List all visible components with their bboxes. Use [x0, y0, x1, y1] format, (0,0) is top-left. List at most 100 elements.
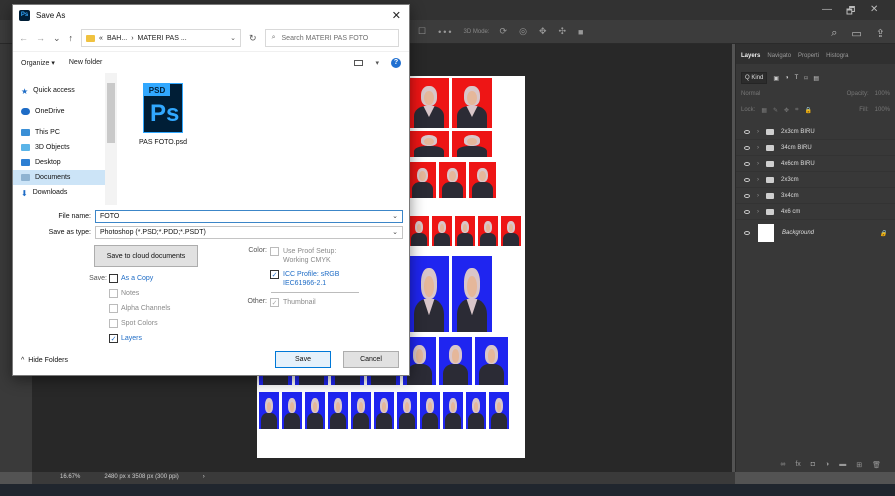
layer-row[interactable]: › 34cm BIRU — [736, 140, 895, 156]
3d-orbit-icon[interactable]: ⟳ — [500, 26, 510, 37]
search-input[interactable]: ⌕ Search MATERI PAS FOTO — [264, 29, 399, 47]
save-button[interactable]: Save — [275, 351, 331, 368]
adjustment-icon[interactable]: ◑ — [825, 461, 829, 472]
layers-option[interactable]: ✓ Layers — [109, 334, 142, 343]
visibility-eye-icon[interactable] — [744, 209, 750, 214]
chevron-right-icon[interactable]: › — [757, 161, 759, 167]
lock-move-icon[interactable]: ✥ — [784, 107, 789, 114]
nav-onedrive[interactable]: OneDrive — [13, 104, 116, 119]
new-layer-icon[interactable]: ⊞ — [856, 461, 862, 472]
link-icon[interactable]: ∞ — [780, 461, 785, 472]
fill-value[interactable]: 100% — [875, 107, 890, 113]
background-layer-row[interactable]: Background 🔒 — [736, 220, 895, 246]
organize-button[interactable]: Organize ▾ — [21, 59, 55, 67]
lock-all-icon[interactable]: 🔒 — [804, 107, 811, 114]
blend-mode[interactable]: Normal — [741, 91, 760, 97]
filter-type-icon[interactable]: T — [795, 75, 799, 81]
share-icon[interactable]: ⇪ — [876, 27, 885, 40]
lock-paint-icon[interactable]: ✎ — [773, 107, 778, 114]
chevron-right-icon[interactable]: › — [757, 177, 759, 183]
icc-profile-label-1[interactable]: ICC Profile: sRGB — [283, 270, 339, 279]
chevron-right-icon[interactable]: › — [757, 193, 759, 199]
nav-3d-objects[interactable]: 3D Objects — [13, 140, 116, 155]
status-menu-arrow[interactable]: › — [203, 474, 205, 484]
breadcrumb-part[interactable]: MATERI PAS ... — [138, 35, 187, 42]
hide-folders-button[interactable]: ^ Hide Folders — [21, 357, 68, 364]
layer-row[interactable]: › 3x4cm — [736, 188, 895, 204]
filter-shape-icon[interactable]: ⌑ — [804, 75, 807, 82]
nav-scrollbar[interactable] — [105, 73, 117, 205]
zoom-level[interactable]: 16.67% — [60, 474, 80, 484]
refresh-icon[interactable]: ↻ — [249, 33, 257, 44]
visibility-eye-icon[interactable] — [744, 231, 750, 235]
kind-filter[interactable]: Q Kind — [741, 72, 768, 84]
chevron-down-icon[interactable]: ⌄ — [392, 228, 398, 236]
visibility-eye-icon[interactable] — [744, 161, 750, 166]
visibility-eye-icon[interactable] — [744, 129, 750, 134]
back-arrow-icon[interactable]: ← — [19, 33, 28, 43]
restore-icon[interactable]: 🗗 — [846, 4, 855, 21]
checkbox-checked[interactable]: ✓ — [109, 334, 118, 343]
3d-slide-icon[interactable]: ✣ — [559, 26, 569, 37]
forward-arrow-icon[interactable]: → — [36, 33, 45, 43]
visibility-eye-icon[interactable] — [744, 177, 750, 182]
breadcrumb-part[interactable]: BAH... — [107, 35, 127, 42]
visibility-eye-icon[interactable] — [744, 193, 750, 198]
mask-icon[interactable]: ◘ — [811, 461, 815, 472]
lock-pixels-icon[interactable]: ▦ — [761, 107, 767, 114]
filter-smart-icon[interactable]: ▤ — [813, 75, 819, 82]
chevron-right-icon[interactable]: › — [757, 209, 759, 215]
nav-quick-access[interactable]: ★ Quick access — [13, 83, 116, 98]
save-to-cloud-button[interactable]: Save to cloud documents — [94, 245, 198, 267]
new-folder-button[interactable]: New folder — [69, 59, 102, 66]
3d-roll-icon[interactable]: ◎ — [519, 26, 529, 37]
lock-icon[interactable]: 🔒 — [880, 230, 887, 237]
chevron-down-icon[interactable]: ⌄ — [392, 212, 398, 220]
visibility-eye-icon[interactable] — [744, 145, 750, 150]
tab-properties[interactable]: Properti — [798, 53, 819, 64]
3d-camera-icon[interactable]: ■ — [578, 27, 585, 37]
file-item[interactable]: PSD Ps PAS FOTO.psd — [131, 83, 195, 146]
opacity-value[interactable]: 100% — [875, 91, 890, 97]
chevron-right-icon[interactable]: › — [757, 129, 759, 135]
search-icon[interactable]: ⌕ — [831, 27, 837, 40]
address-bar[interactable]: « BAH... › MATERI PAS ... ⌄ — [81, 29, 242, 47]
up-arrow-icon[interactable]: ↑ — [69, 33, 74, 43]
scrollbar-thumb[interactable] — [107, 83, 115, 143]
nav-desktop[interactable]: Desktop — [13, 155, 116, 170]
nav-downloads[interactable]: ⬇ Downloads — [13, 185, 116, 200]
close-app-icon[interactable]: ✕ — [870, 4, 878, 15]
file-name-input[interactable]: FOTO ⌄ — [95, 209, 403, 223]
view-chevron-icon[interactable]: ▾ — [375, 59, 379, 67]
tab-navigator[interactable]: Navigato — [767, 53, 791, 64]
close-icon[interactable]: ✕ — [392, 9, 401, 22]
trash-icon[interactable]: 🗑 — [872, 461, 881, 472]
group-icon[interactable]: ▬ — [839, 461, 846, 472]
more-options-icon[interactable]: ••• — [438, 27, 453, 37]
recent-chevron-icon[interactable]: ⌄ — [53, 33, 61, 44]
layer-row[interactable]: › 4x6cm BIRU — [736, 156, 895, 172]
layer-row[interactable]: › 2x3cm — [736, 172, 895, 188]
filter-adjust-icon[interactable]: ◑ — [785, 75, 789, 81]
layer-row[interactable]: › 4x6 cm — [736, 204, 895, 220]
lock-artboard-icon[interactable]: ⌗ — [795, 107, 798, 114]
help-icon[interactable]: ? — [391, 57, 401, 68]
nav-documents[interactable]: Documents — [13, 170, 116, 185]
frame-icon[interactable]: ☐ — [418, 26, 428, 37]
minimize-icon[interactable]: — — [822, 4, 832, 15]
tab-layers[interactable]: Layers — [741, 53, 760, 64]
view-options-icon[interactable] — [354, 59, 364, 66]
fx-icon[interactable]: fx — [795, 461, 800, 472]
tab-histogram[interactable]: Histogra — [826, 53, 848, 64]
chevron-down-icon[interactable]: ⌄ — [230, 34, 236, 42]
filter-pixel-icon[interactable]: ▣ — [773, 75, 779, 82]
layer-row[interactable]: › 2x3cm BIRU — [736, 124, 895, 140]
as-a-copy-option[interactable]: As a Copy — [109, 274, 153, 283]
chevron-right-icon[interactable]: › — [757, 145, 759, 151]
checkbox[interactable] — [109, 274, 118, 283]
icc-profile-checkbox[interactable]: ✓ — [270, 270, 279, 279]
nav-this-pc[interactable]: This PC — [13, 125, 116, 140]
3d-pan-icon[interactable]: ✥ — [539, 26, 549, 37]
cancel-button[interactable]: Cancel — [343, 351, 399, 368]
workspace-icon[interactable]: ▭ — [851, 27, 861, 40]
